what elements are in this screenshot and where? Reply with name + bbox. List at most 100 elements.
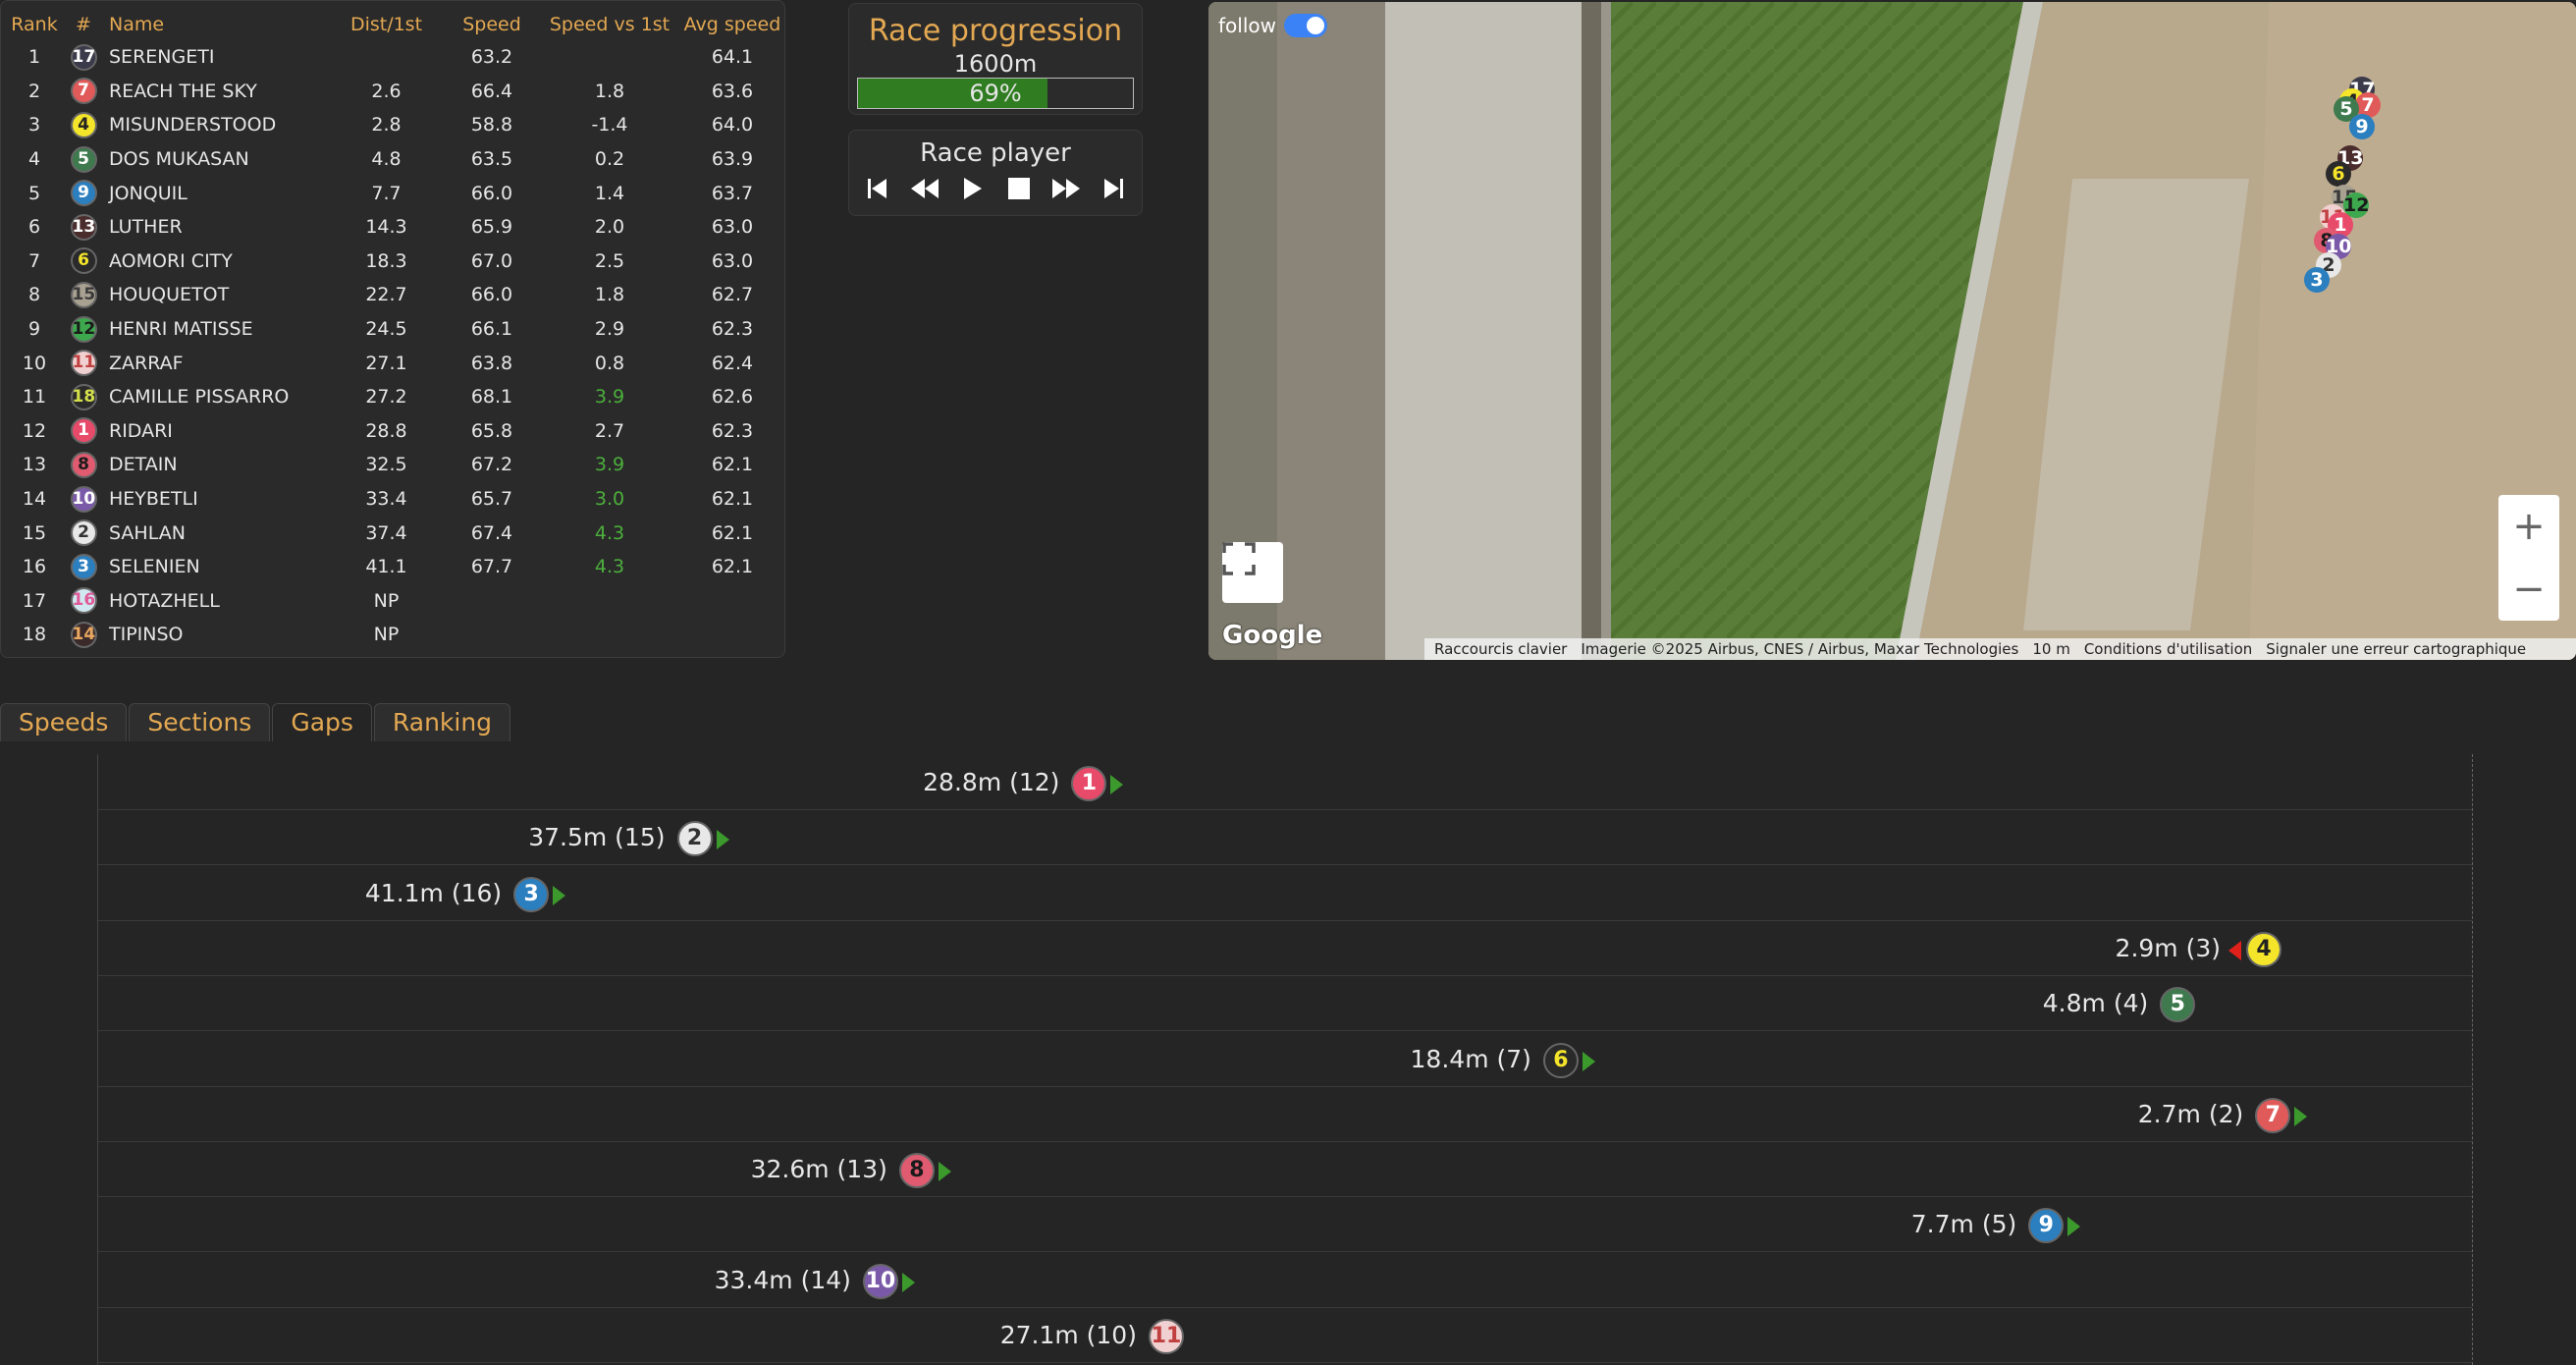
gap-row: 41.1m (16) 3 [98, 865, 2472, 921]
avg-speed-cell: 62.4 [711, 352, 754, 374]
dist-cell: NP [373, 624, 400, 646]
number-cell: 6 [64, 245, 103, 279]
report-error-link[interactable]: Signaler une erreur cartographique [2266, 640, 2526, 658]
tab-ranking[interactable]: Ranking [373, 703, 511, 741]
name-cell: CAMILLE PISSARRO [109, 386, 290, 409]
rank-cell: 16 [22, 556, 47, 578]
zoom-out-button[interactable]: − [2498, 558, 2559, 621]
name-cell: DOS MUKASAN [109, 148, 249, 171]
ranking-row[interactable]: 4 5 DOS MUKASAN 4.8 63.5 0.2 63.9 [5, 142, 781, 177]
play-icon[interactable] [957, 174, 987, 203]
speed-cell: 58.8 [470, 114, 513, 136]
map-horse-marker[interactable]: 6 [2326, 161, 2351, 187]
avg-speed-cell [683, 584, 781, 619]
skip-start-icon[interactable] [863, 174, 892, 203]
ranking-row[interactable]: 17 16 HOTAZHELL NP [5, 584, 781, 619]
gap-label: 32.6m (13) [750, 1155, 887, 1184]
header-dist[interactable]: Dist/1st [325, 9, 448, 40]
speed-vs-first-cell: 1.4 [594, 182, 625, 204]
horse-number-badge: 2 [70, 519, 97, 547]
name-cell: MISUNDERSTOOD [109, 114, 277, 136]
stop-icon[interactable] [1004, 174, 1034, 203]
speed-cell: 63.5 [470, 148, 513, 171]
tab-speeds[interactable]: Speeds [0, 703, 128, 741]
follow-toggle[interactable] [1283, 14, 1327, 37]
number-cell: 10 [64, 482, 103, 517]
header-rank[interactable]: Rank [5, 9, 64, 40]
dist-cell: 33.4 [365, 488, 407, 511]
ranking-row[interactable]: 14 10 HEYBETLI 33.4 65.7 3.0 62.1 [5, 482, 781, 517]
horse-number-badge: 18 [70, 383, 97, 410]
name-cell: REACH THE SKY [109, 80, 257, 102]
gap-label: 27.1m (10) [999, 1321, 1137, 1349]
ranking-row[interactable]: 3 4 MISUNDERSTOOD 2.8 58.8 -1.4 64.0 [5, 108, 781, 142]
speed-cell: 66.0 [470, 284, 513, 306]
gap-horse-badge: 11 [1148, 1319, 1184, 1354]
ranking-row[interactable]: 9 12 HENRI MATISSE 24.5 66.1 2.9 62.3 [5, 312, 781, 347]
speed-vs-first-cell: 3.9 [594, 386, 625, 409]
number-cell: 9 [64, 176, 103, 210]
rank-cell: 1 [27, 46, 41, 69]
ranking-row[interactable]: 1 17 SERENGETI 63.2 64.1 [5, 40, 781, 75]
ranking-row[interactable]: 18 14 TIPINSO NP [5, 618, 781, 652]
gap-horse-badge: 4 [2246, 931, 2282, 967]
ranking-row[interactable]: 13 8 DETAIN 32.5 67.2 3.9 62.1 [5, 448, 781, 482]
rewind-icon[interactable] [910, 174, 939, 203]
gap-row: 37.5m (15) 2 [98, 809, 2472, 866]
fullscreen-button[interactable] [1222, 542, 1283, 603]
name-cell: HOTAZHELL [109, 589, 220, 612]
ranking-row[interactable]: 2 7 REACH THE SKY 2.6 66.4 1.8 63.6 [5, 75, 781, 109]
gap-row: 27.1m (10) 11 [98, 1307, 2472, 1363]
avg-speed-cell: 63.7 [711, 182, 754, 204]
ranking-row[interactable]: 8 15 HOUQUETOT 22.7 66.0 1.8 62.7 [5, 278, 781, 312]
tab-sections[interactable]: Sections [129, 703, 271, 741]
gap-horse-badge: 2 [676, 821, 713, 857]
gap-row: 32.6m (13) 8 [98, 1141, 2472, 1198]
speed-cell: 67.7 [470, 556, 513, 578]
speed-vs-first-cell: -1.4 [591, 114, 628, 136]
zoom-in-button[interactable]: + [2498, 495, 2559, 558]
ranking-row[interactable]: 10 11 ZARRAF 27.1 63.8 0.8 62.4 [5, 346, 781, 380]
rank-cell: 9 [27, 318, 41, 341]
map-horse-marker[interactable]: 3 [2304, 267, 2330, 293]
avg-speed-cell: 62.7 [711, 284, 754, 306]
dist-cell: 18.3 [365, 249, 407, 272]
header-speed-vs-first[interactable]: Speed vs 1st [536, 9, 683, 40]
avg-speed-cell: 62.1 [711, 454, 754, 476]
fullscreen-icon [1222, 542, 1256, 575]
gap-label: 37.5m (15) [528, 823, 666, 852]
race-map[interactable]: 174759136151211181023 follow + − Google … [1208, 2, 2576, 660]
horse-number-badge: 17 [70, 43, 97, 71]
ranking-row[interactable]: 15 2 SAHLAN 37.4 67.4 4.3 62.1 [5, 516, 781, 550]
header-number[interactable]: # [64, 9, 103, 40]
horse-number-badge: 3 [70, 553, 97, 580]
ranking-row[interactable]: 11 18 CAMILLE PISSARRO 27.2 68.1 3.9 62.6 [5, 380, 781, 414]
number-cell: 12 [64, 312, 103, 347]
tab-gaps[interactable]: Gaps [272, 703, 372, 741]
horse-number-badge: 15 [70, 281, 97, 308]
number-cell: 17 [64, 40, 103, 75]
name-cell: SAHLAN [109, 521, 186, 544]
speed-cell: 66.0 [470, 182, 513, 204]
number-cell: 18 [64, 380, 103, 414]
header-speed[interactable]: Speed [448, 9, 536, 40]
header-avg-speed[interactable]: Avg speed [683, 9, 781, 40]
race-player-panel: Race player [848, 130, 1143, 216]
keyboard-shortcuts-link[interactable]: Raccourcis clavier [1434, 640, 1567, 658]
header-name[interactable]: Name [103, 9, 325, 40]
avg-speed-cell: 64.0 [711, 114, 754, 136]
speed-cell: 67.2 [470, 454, 513, 476]
name-cell: SELENIEN [109, 556, 200, 578]
terms-link[interactable]: Conditions d'utilisation [2084, 640, 2252, 658]
avg-speed-cell: 63.0 [711, 216, 754, 239]
map-horse-marker[interactable]: 9 [2349, 114, 2375, 139]
ranking-row[interactable]: 7 6 AOMORI CITY 18.3 67.0 2.5 63.0 [5, 245, 781, 279]
ranking-row[interactable]: 6 13 LUTHER 14.3 65.9 2.0 63.0 [5, 210, 781, 245]
ranking-row[interactable]: 16 3 SELENIEN 41.1 67.7 4.3 62.1 [5, 550, 781, 584]
fast-forward-icon[interactable] [1051, 174, 1081, 203]
skip-end-icon[interactable] [1099, 174, 1128, 203]
ranking-row[interactable]: 5 9 JONQUIL 7.7 66.0 1.4 63.7 [5, 176, 781, 210]
speed-cell: 65.8 [470, 419, 513, 442]
gap-horse-badge: 1 [1071, 766, 1107, 801]
ranking-row[interactable]: 12 1 RIDARI 28.8 65.8 2.7 62.3 [5, 414, 781, 449]
